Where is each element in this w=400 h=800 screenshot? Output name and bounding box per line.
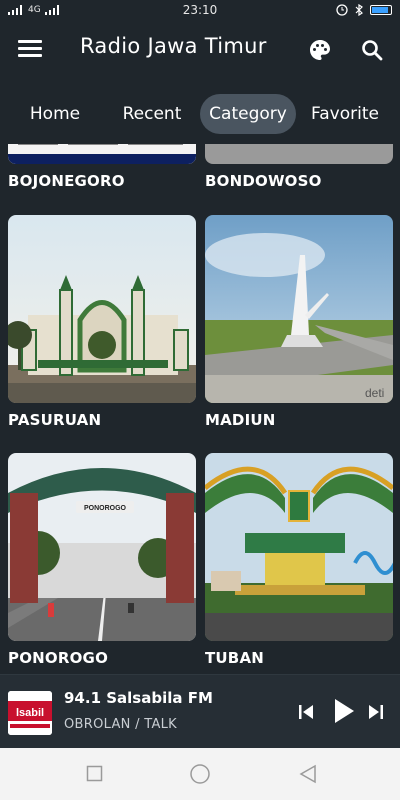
category-image	[8, 215, 196, 403]
watermark: deti	[365, 386, 384, 400]
station-name: 94.1 Salsabila FM	[64, 689, 213, 707]
category-card-madiun[interactable]: deti MADIUN	[205, 215, 393, 429]
category-image	[205, 453, 393, 641]
menu-icon[interactable]	[18, 40, 42, 60]
tab-favorite[interactable]: Favorite	[302, 94, 388, 134]
clock: 23:10	[182, 3, 218, 17]
tab-bar: Home Recent Category Favorite	[0, 82, 400, 144]
home-icon[interactable]	[189, 763, 211, 785]
ponorogo-gate-photo: PONOROGO	[8, 453, 196, 641]
category-label: MADIUN	[205, 411, 276, 429]
station-logo: lsabil	[8, 691, 52, 735]
status-bar: 4G 23:10	[0, 0, 400, 20]
station-logo: lsabil	[8, 691, 52, 735]
category-label: PASURUAN	[8, 411, 102, 429]
category-image	[8, 144, 196, 164]
category-image	[205, 144, 393, 164]
app-title: Radio Jawa Timur	[80, 34, 267, 58]
category-image: deti	[205, 215, 393, 403]
pasuruan-gate-photo	[8, 215, 196, 403]
category-image: PONOROGO	[8, 453, 196, 641]
tab-home[interactable]: Home	[12, 94, 98, 134]
category-card-bondowoso[interactable]: BONDOWOSO	[205, 144, 393, 190]
category-label: BONDOWOSO	[205, 172, 322, 190]
search-icon[interactable]	[360, 38, 384, 62]
madiun-monument-photo: deti	[205, 215, 393, 403]
skip-next-icon[interactable]	[366, 701, 386, 723]
category-label: BOJONEGORO	[8, 172, 125, 190]
system-nav-bar	[0, 748, 400, 800]
logo-text: lsabil	[16, 707, 44, 719]
tab-category[interactable]: Category	[200, 94, 296, 134]
category-grid: BOJONEGORO BONDOWOSO PASURUAN deti MADIU…	[0, 144, 400, 674]
category-image	[8, 144, 196, 164]
category-card-ponorogo[interactable]: PONOROGO PONOROGO	[8, 453, 196, 667]
category-card-pasuruan[interactable]: PASURUAN	[8, 215, 196, 429]
category-card-tuban[interactable]: TUBAN	[205, 453, 393, 667]
skip-previous-icon[interactable]	[296, 701, 316, 723]
battery-icon	[370, 5, 392, 15]
recents-icon[interactable]	[86, 765, 104, 783]
gate-sign: PONOROGO	[84, 505, 127, 512]
back-icon[interactable]	[298, 764, 318, 784]
mini-player[interactable]: lsabil 94.1 Salsabila FM OBROLAN / TALK	[0, 674, 400, 748]
tab-recent[interactable]: Recent	[108, 94, 196, 134]
app-bar: Radio Jawa Timur	[0, 20, 400, 82]
play-icon[interactable]	[332, 697, 356, 725]
palette-icon[interactable]	[308, 38, 332, 62]
category-card-bojonegoro[interactable]: BOJONEGORO	[8, 144, 196, 190]
station-genre: OBROLAN / TALK	[64, 717, 178, 732]
category-label: TUBAN	[205, 649, 265, 667]
category-label: PONOROGO	[8, 649, 109, 667]
tuban-monument-photo	[205, 453, 393, 641]
